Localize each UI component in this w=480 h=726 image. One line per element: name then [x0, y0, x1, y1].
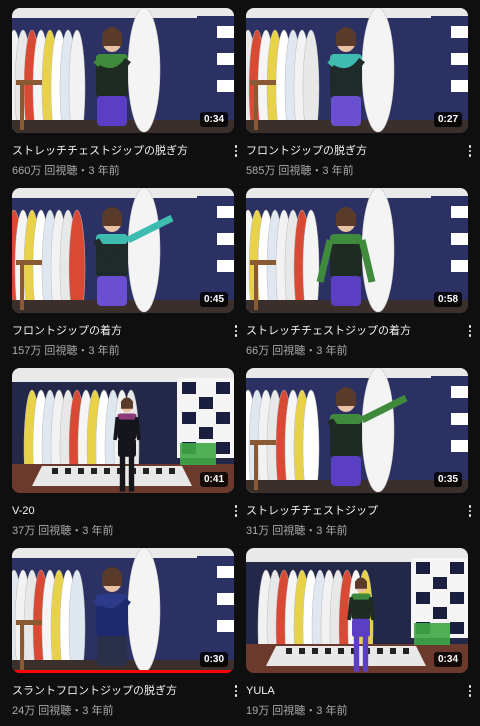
more-options-icon[interactable] [464, 142, 476, 160]
view-count: 660万 回視聴 [12, 165, 78, 177]
video-meta: 585万 回視聴・3 年前 [246, 164, 354, 178]
upload-age: 3 年前 [316, 345, 348, 357]
video-card[interactable]: 0:27 フロントジップの脱ぎ方 585万 回視聴・3 年前 [246, 8, 472, 177]
meta-separator: ・ [71, 705, 83, 717]
view-count: 585万 回視聴 [246, 165, 312, 177]
meta-separator: ・ [311, 165, 323, 177]
meta-separator: ・ [77, 345, 89, 357]
video-title[interactable]: スラントフロントジップの脱ぎ方 [12, 684, 222, 698]
video-thumbnail[interactable]: 0:30 [12, 548, 234, 673]
view-count: 66万 回視聴 [246, 345, 306, 357]
video-card[interactable]: 0:35 ストレッチチェストジップ 31万 回視聴・3 年前 [246, 368, 472, 537]
video-title[interactable]: YULA [246, 684, 456, 698]
video-card[interactable]: 0:34 YULA 19万 回視聴・3 年前 [246, 548, 472, 717]
video-title[interactable]: ストレッチチェストジップ [246, 504, 456, 518]
duration-badge: 0:41 [199, 472, 228, 487]
duration-badge: 0:58 [433, 292, 462, 307]
meta-separator: ・ [77, 165, 89, 177]
video-title[interactable]: フロントジップの着方 [12, 324, 222, 338]
video-thumbnail[interactable]: 0:27 [246, 8, 468, 133]
upload-age: 3 年前 [316, 525, 348, 537]
video-title[interactable]: ストレッチチェストジップの脱ぎ方 [12, 144, 222, 158]
upload-age: 3 年前 [82, 705, 114, 717]
video-thumbnail[interactable]: 0:45 [12, 188, 234, 313]
view-count: 31万 回視聴 [246, 525, 306, 537]
duration-badge: 0:34 [199, 112, 228, 127]
duration-badge: 0:35 [433, 472, 462, 487]
more-options-icon[interactable] [230, 682, 242, 700]
video-title[interactable]: V-20 [12, 504, 222, 518]
meta-separator: ・ [305, 345, 317, 357]
upload-age: 3 年前 [88, 345, 120, 357]
video-card[interactable]: 0:41 V-20 37万 回視聴・3 年前 [12, 368, 238, 537]
duration-badge: 0:34 [433, 652, 462, 667]
video-meta: 24万 回視聴・3 年前 [12, 704, 113, 718]
meta-separator: ・ [305, 525, 317, 537]
more-options-icon[interactable] [464, 502, 476, 520]
video-card[interactable]: 0:58 ストレッチチェストジップの着方 66万 回視聴・3 年前 [246, 188, 472, 357]
video-thumbnail[interactable]: 0:34 [246, 548, 468, 673]
video-card[interactable]: 0:45 フロントジップの着方 157万 回視聴・3 年前 [12, 188, 238, 357]
view-count: 157万 回視聴 [12, 345, 78, 357]
video-title[interactable]: フロントジップの脱ぎ方 [246, 144, 456, 158]
duration-badge: 0:30 [199, 652, 228, 667]
upload-age: 3 年前 [322, 165, 354, 177]
more-options-icon[interactable] [230, 502, 242, 520]
video-meta: 660万 回視聴・3 年前 [12, 164, 120, 178]
video-thumbnail[interactable]: 0:34 [12, 8, 234, 133]
video-meta: 31万 回視聴・3 年前 [246, 524, 347, 538]
video-thumbnail[interactable]: 0:58 [246, 188, 468, 313]
meta-separator: ・ [305, 705, 317, 717]
more-options-icon[interactable] [230, 142, 242, 160]
video-title[interactable]: ストレッチチェストジップの着方 [246, 324, 456, 338]
duration-badge: 0:27 [433, 112, 462, 127]
upload-age: 3 年前 [82, 525, 114, 537]
video-meta: 19万 回視聴・3 年前 [246, 704, 347, 718]
more-options-icon[interactable] [464, 322, 476, 340]
view-count: 24万 回視聴 [12, 705, 72, 717]
more-options-icon[interactable] [230, 322, 242, 340]
video-grid: 0:34 ストレッチチェストジップの脱ぎ方 660万 回視聴・3 年前 0:27 フロン… [0, 0, 480, 726]
upload-age: 3 年前 [88, 165, 120, 177]
watch-progress-bar [12, 670, 234, 673]
video-thumbnail[interactable]: 0:35 [246, 368, 468, 493]
upload-age: 3 年前 [316, 705, 348, 717]
view-count: 37万 回視聴 [12, 525, 72, 537]
video-meta: 66万 回視聴・3 年前 [246, 344, 347, 358]
video-meta: 157万 回視聴・3 年前 [12, 344, 120, 358]
video-card[interactable]: 0:30 スラントフロントジップの脱ぎ方 24万 回視聴・3 年前 [12, 548, 238, 717]
meta-separator: ・ [71, 525, 83, 537]
video-meta: 37万 回視聴・3 年前 [12, 524, 113, 538]
view-count: 19万 回視聴 [246, 705, 306, 717]
video-card[interactable]: 0:34 ストレッチチェストジップの脱ぎ方 660万 回視聴・3 年前 [12, 8, 238, 177]
video-thumbnail[interactable]: 0:41 [12, 368, 234, 493]
more-options-icon[interactable] [464, 682, 476, 700]
duration-badge: 0:45 [199, 292, 228, 307]
